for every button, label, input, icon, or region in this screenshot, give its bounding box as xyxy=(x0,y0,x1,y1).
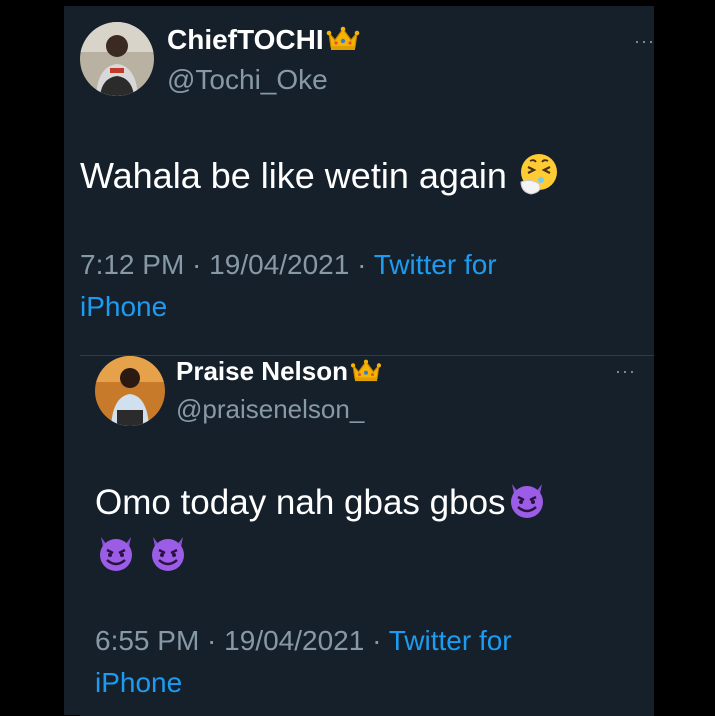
display-name-text[interactable]: Praise Nelson xyxy=(176,356,348,386)
more-options-icon[interactable]: ··· xyxy=(634,32,655,50)
tweet-date[interactable]: 19/04/2021 xyxy=(224,625,364,656)
display-name[interactable]: Praise Nelson xyxy=(176,356,382,389)
display-name[interactable]: ChiefTOCHI xyxy=(167,24,360,58)
source-link[interactable]: Twitter for xyxy=(374,249,497,280)
smiling-devil-icon xyxy=(147,531,189,584)
tweet-meta: 6:55 PM · 19/04/2021 · Twitter for iPhon… xyxy=(95,620,635,704)
crown-icon xyxy=(350,358,382,389)
source-link[interactable]: Twitter for xyxy=(389,625,512,656)
smiling-devil-icon xyxy=(506,478,548,531)
crown-icon xyxy=(326,25,360,58)
tweet-time[interactable]: 7:12 PM xyxy=(80,249,184,280)
tweet-date[interactable]: 19/04/2021 xyxy=(209,249,349,280)
tweet-text-content: Omo today nah gbas gbos xyxy=(95,482,506,522)
tweet-text-content: Wahala be like wetin again xyxy=(80,155,507,197)
display-name-text[interactable]: ChiefTOCHI xyxy=(167,24,324,55)
tweet-time[interactable]: 6:55 PM xyxy=(95,625,199,656)
separator: · xyxy=(349,249,374,280)
separator: · xyxy=(199,625,225,656)
tweet-text: Wahala be like wetin again xyxy=(80,152,561,205)
more-options-icon[interactable]: ··· xyxy=(615,362,636,380)
separator: · xyxy=(184,249,210,280)
tweet-text: Omo today nah gbas gbos xyxy=(95,478,548,584)
source-link[interactable]: iPhone xyxy=(80,291,167,322)
sneezing-face-icon xyxy=(517,152,561,205)
separator: · xyxy=(364,625,389,656)
avatar[interactable] xyxy=(80,22,154,96)
smiling-devil-icon xyxy=(95,531,137,584)
source-link[interactable]: iPhone xyxy=(95,667,182,698)
handle[interactable]: @Tochi_Oke xyxy=(167,64,328,96)
avatar[interactable] xyxy=(95,356,165,426)
tweet-meta: 7:12 PM · 19/04/2021 · Twitter for iPhon… xyxy=(80,244,620,328)
handle[interactable]: @praisenelson_ xyxy=(176,394,364,425)
